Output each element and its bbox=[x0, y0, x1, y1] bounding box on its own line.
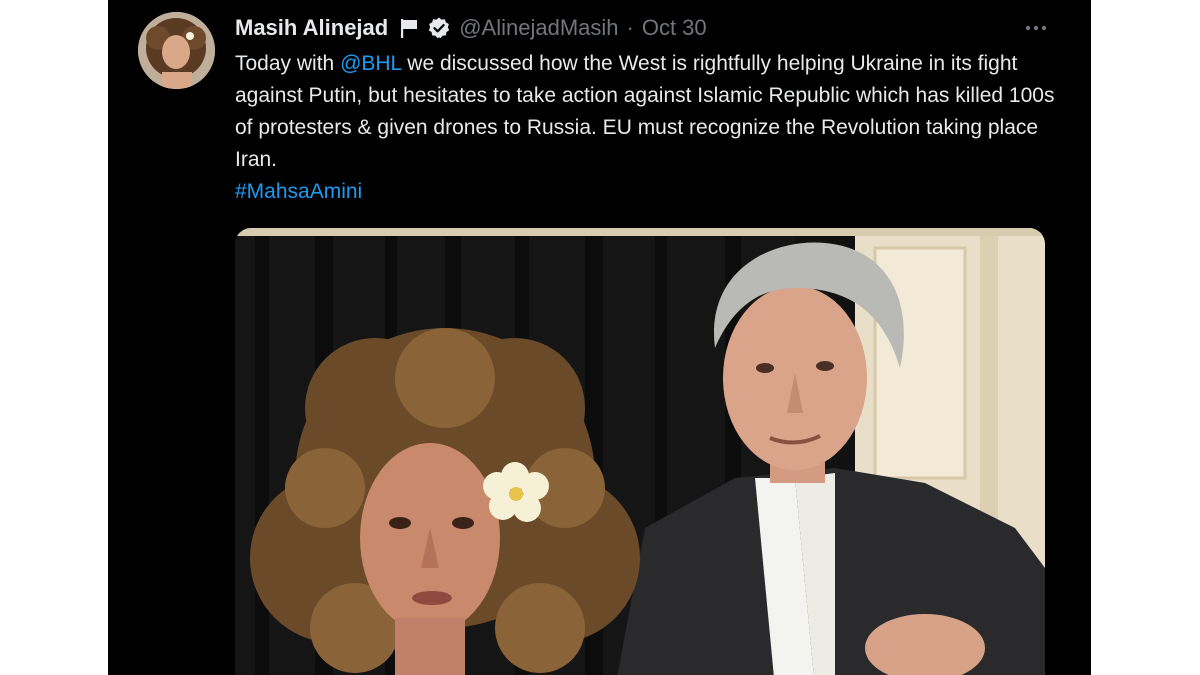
hashtag-link[interactable]: #MahsaAmini bbox=[235, 180, 362, 203]
tweet-text-before-mention: Today with bbox=[235, 52, 341, 75]
more-options-icon[interactable] bbox=[1016, 14, 1056, 42]
author-handle[interactable]: @AlinejadMasih bbox=[459, 15, 618, 41]
avatar[interactable] bbox=[138, 12, 215, 89]
tweet-text: Today with @BHL we discussed how the Wes… bbox=[235, 48, 1055, 208]
tweet-header: Masih Alinejad @AlinejadMasih · Oct 30 bbox=[235, 12, 707, 44]
tweet-card: Masih Alinejad @AlinejadMasih · Oct 30 T… bbox=[108, 0, 1091, 675]
mention-link[interactable]: @BHL bbox=[340, 52, 401, 75]
verified-badge-icon bbox=[427, 16, 451, 40]
white-flag-icon bbox=[397, 16, 421, 40]
tweet-photo[interactable] bbox=[235, 228, 1045, 675]
author-name[interactable]: Masih Alinejad bbox=[235, 15, 388, 41]
tweet-date[interactable]: Oct 30 bbox=[642, 15, 707, 41]
separator-dot: · bbox=[626, 15, 634, 40]
